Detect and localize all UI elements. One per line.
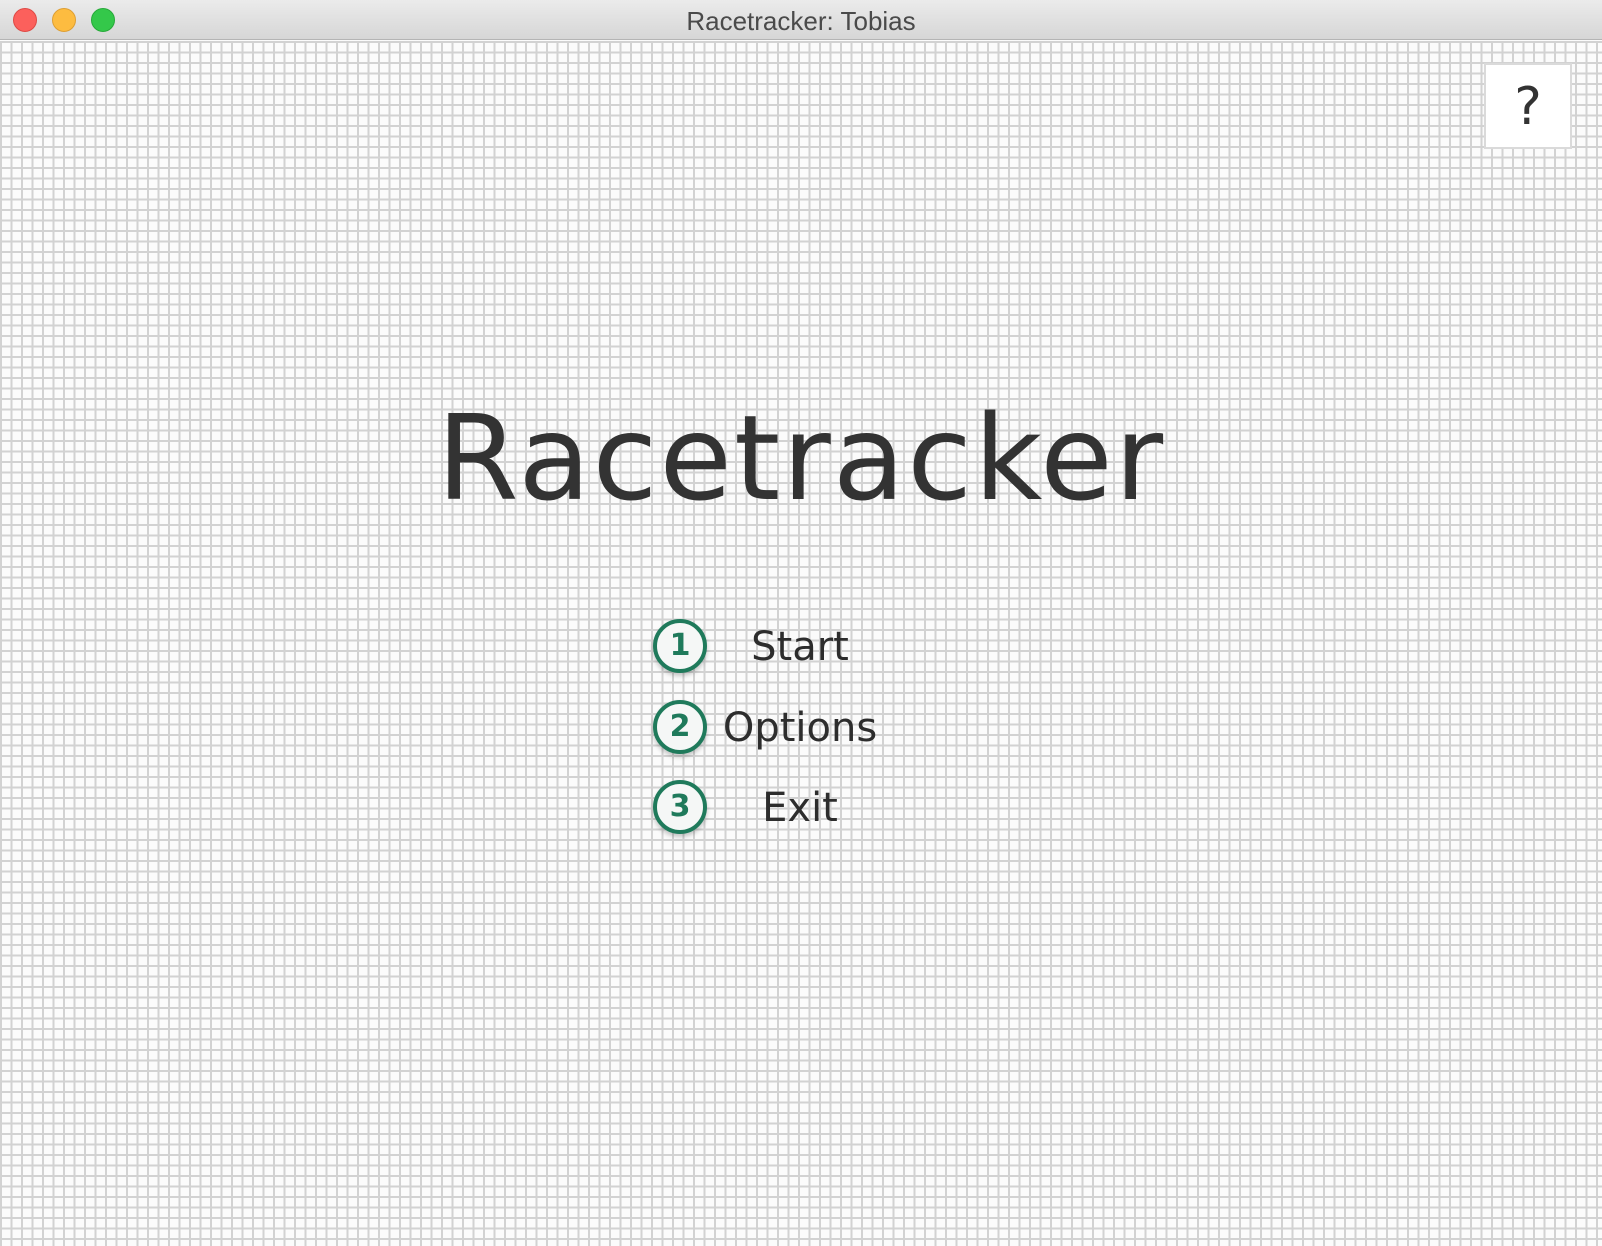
number-badge-2: 2 xyxy=(653,700,707,754)
menu-item-start[interactable]: 1 Start xyxy=(650,617,950,681)
number-badge-3: 3 xyxy=(653,780,707,834)
game-title: Racetracker xyxy=(436,389,1166,527)
menu-item-label: Exit xyxy=(762,785,838,831)
title-bar: Racetracker: Tobias xyxy=(0,0,1602,40)
grid-canvas: ? Racetracker 1 Start 2 Options 3 Exit xyxy=(0,41,1602,1246)
menu-item-label: Options xyxy=(722,705,878,751)
menu-item-options[interactable]: 2 Options xyxy=(650,698,950,762)
menu-item-label: Start xyxy=(751,624,849,670)
app-window: Racetracker: Tobias ? Racetracker 1 Star… xyxy=(0,0,1602,1246)
menu-item-exit[interactable]: 3 Exit xyxy=(650,778,950,842)
help-button[interactable]: ? xyxy=(1484,63,1572,149)
number-badge-1: 1 xyxy=(653,619,707,673)
window-title: Racetracker: Tobias xyxy=(686,6,916,36)
